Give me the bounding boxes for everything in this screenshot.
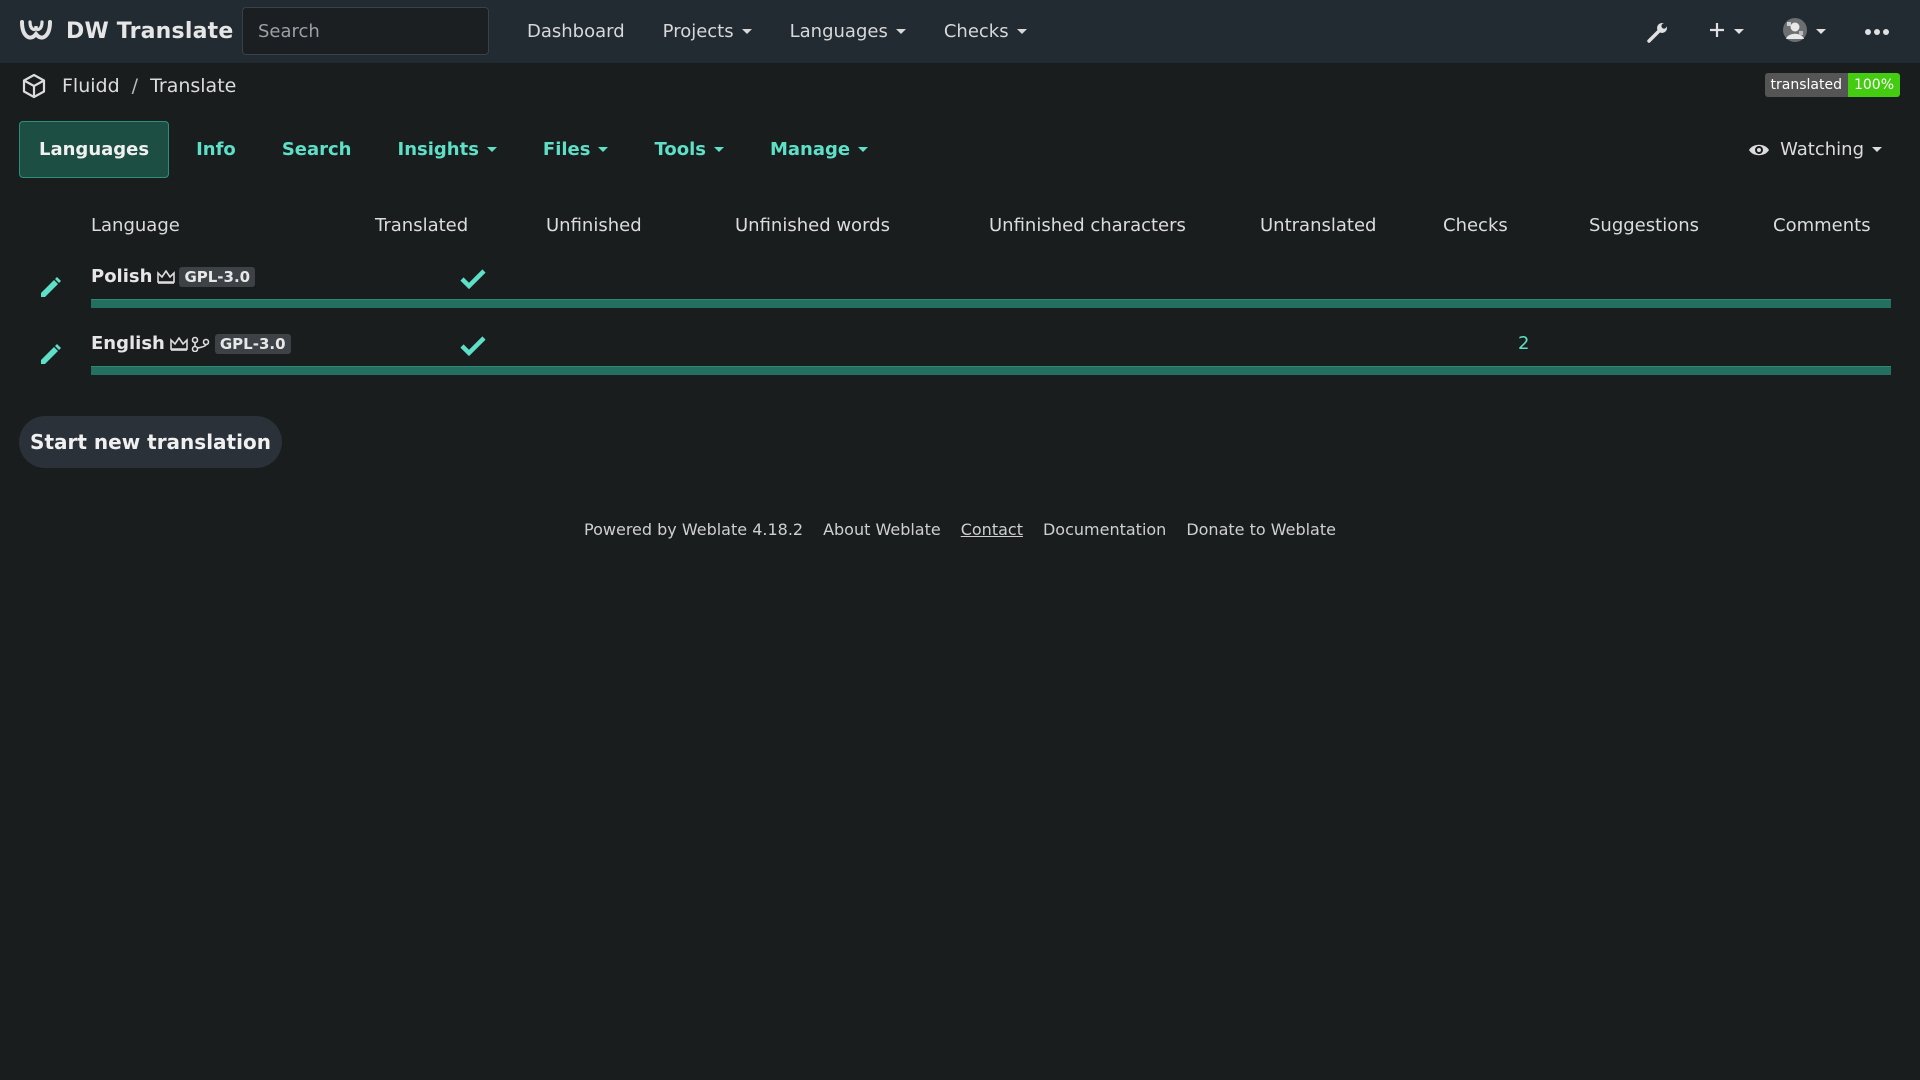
nav-right <box>1608 0 1890 63</box>
tab-manage[interactable]: Manage <box>751 121 887 178</box>
watching-dropdown[interactable]: Watching <box>1748 121 1882 178</box>
footer-documentation-link[interactable]: Documentation <box>1043 520 1166 539</box>
tab-info[interactable]: Info <box>177 121 255 178</box>
source-git-icon <box>191 336 211 352</box>
tab-info-label: Info <box>196 139 236 160</box>
chevron-down-icon <box>741 29 752 34</box>
avatar <box>1782 17 1808 47</box>
header-language[interactable]: Language <box>91 215 180 236</box>
nav-dashboard-label: Dashboard <box>527 21 625 42</box>
user-menu[interactable] <box>1782 17 1826 47</box>
search-input[interactable] <box>242 7 489 55</box>
component-tabs: Languages Info Search Insights Files Too… <box>19 121 895 178</box>
language-name-label: English <box>91 333 165 354</box>
brand[interactable]: DW Translate <box>18 16 233 48</box>
pencil-icon[interactable] <box>38 276 62 304</box>
eye-icon <box>1748 142 1770 158</box>
more-menu-icon[interactable] <box>1864 28 1890 36</box>
translation-progress-bar <box>91 299 1891 308</box>
header-comments[interactable]: Comments <box>1773 215 1871 236</box>
breadcrumb-component[interactable]: Translate <box>150 75 236 97</box>
language-name[interactable]: English GPL-3.0 <box>91 333 291 354</box>
breadcrumb-separator: / <box>131 75 139 97</box>
table-header: Language Translated Unfinished Unfinishe… <box>0 215 1920 245</box>
nav-links: Dashboard Projects Languages Checks <box>527 0 1065 63</box>
header-suggestions[interactable]: Suggestions <box>1589 215 1699 236</box>
start-new-translation-button[interactable]: Start new translation <box>19 416 282 468</box>
wrench-icon[interactable] <box>1646 20 1670 44</box>
pencil-icon[interactable] <box>38 343 62 371</box>
header-unfinished-words[interactable]: Unfinished words <box>735 215 890 236</box>
header-translated[interactable]: Translated <box>375 215 468 236</box>
chevron-down-icon <box>858 147 869 152</box>
license-badge: GPL-3.0 <box>179 266 256 287</box>
plus-icon <box>1708 21 1726 43</box>
chevron-down-icon <box>486 147 497 152</box>
header-unfinished[interactable]: Unfinished <box>546 215 642 236</box>
nav-projects[interactable]: Projects <box>663 21 752 42</box>
breadcrumb: Fluidd / Translate <box>20 70 236 102</box>
footer: Powered by Weblate 4.18.2 About Weblate … <box>0 520 1920 539</box>
crown-icon <box>170 336 188 351</box>
header-unfinished-characters[interactable]: Unfinished characters <box>989 215 1186 236</box>
nav-projects-label: Projects <box>662 21 734 42</box>
project-cube-icon <box>20 72 48 100</box>
nav-checks-label: Checks <box>943 21 1009 42</box>
header-checks[interactable]: Checks <box>1443 215 1508 236</box>
license-badge: GPL-3.0 <box>214 333 291 354</box>
footer-contact-link[interactable]: Contact <box>961 520 1023 539</box>
chevron-down-icon <box>714 147 724 152</box>
tab-insights[interactable]: Insights <box>379 121 516 178</box>
nav-languages-label: Languages <box>789 21 888 42</box>
weblate-logo-icon <box>18 16 54 48</box>
tab-search[interactable]: Search <box>263 121 371 178</box>
nav-dashboard[interactable]: Dashboard <box>527 21 625 42</box>
tab-languages[interactable]: Languages <box>19 121 170 178</box>
chevron-down-icon <box>1872 147 1882 152</box>
checks-count[interactable]: 2 <box>1518 333 1529 354</box>
crown-icon <box>157 269 176 284</box>
tab-tools[interactable]: Tools <box>635 121 743 178</box>
status-badge-label: translated <box>1764 73 1848 97</box>
tab-tools-label: Tools <box>654 139 706 160</box>
tab-files[interactable]: Files <box>524 121 628 178</box>
chevron-down-icon <box>895 29 906 34</box>
tab-manage-label: Manage <box>770 139 851 160</box>
translation-progress-bar <box>91 366 1891 375</box>
nav-languages[interactable]: Languages <box>790 21 906 42</box>
header-untranslated[interactable]: Untranslated <box>1260 215 1376 236</box>
status-badge[interactable]: translated 100% <box>1764 73 1900 97</box>
chevron-down-icon <box>1734 29 1744 34</box>
watching-label: Watching <box>1780 139 1864 160</box>
tab-insights-label: Insights <box>397 139 479 160</box>
chevron-down-icon <box>1816 29 1826 34</box>
status-badge-value: 100% <box>1847 73 1900 97</box>
tab-search-label: Search <box>281 139 352 160</box>
chevron-down-icon <box>1016 29 1027 34</box>
check-icon <box>460 335 486 361</box>
add-menu[interactable] <box>1708 21 1744 43</box>
nav-checks[interactable]: Checks <box>944 21 1027 42</box>
language-name[interactable]: Polish GPL-3.0 <box>91 266 256 287</box>
brand-name: DW Translate <box>66 19 234 44</box>
top-navbar: DW Translate Dashboard Projects Language… <box>0 0 1920 63</box>
footer-donate-link[interactable]: Donate to Weblate <box>1186 520 1336 539</box>
language-name-label: Polish <box>91 266 153 287</box>
chevron-down-icon <box>598 147 609 152</box>
breadcrumb-project[interactable]: Fluidd <box>62 75 120 97</box>
footer-about-link[interactable]: About Weblate <box>823 520 941 539</box>
footer-powered-link[interactable]: Powered by Weblate 4.18.2 <box>584 520 803 539</box>
tab-files-label: Files <box>542 139 591 160</box>
tab-languages-label: Languages <box>39 139 150 160</box>
check-icon <box>460 268 486 294</box>
